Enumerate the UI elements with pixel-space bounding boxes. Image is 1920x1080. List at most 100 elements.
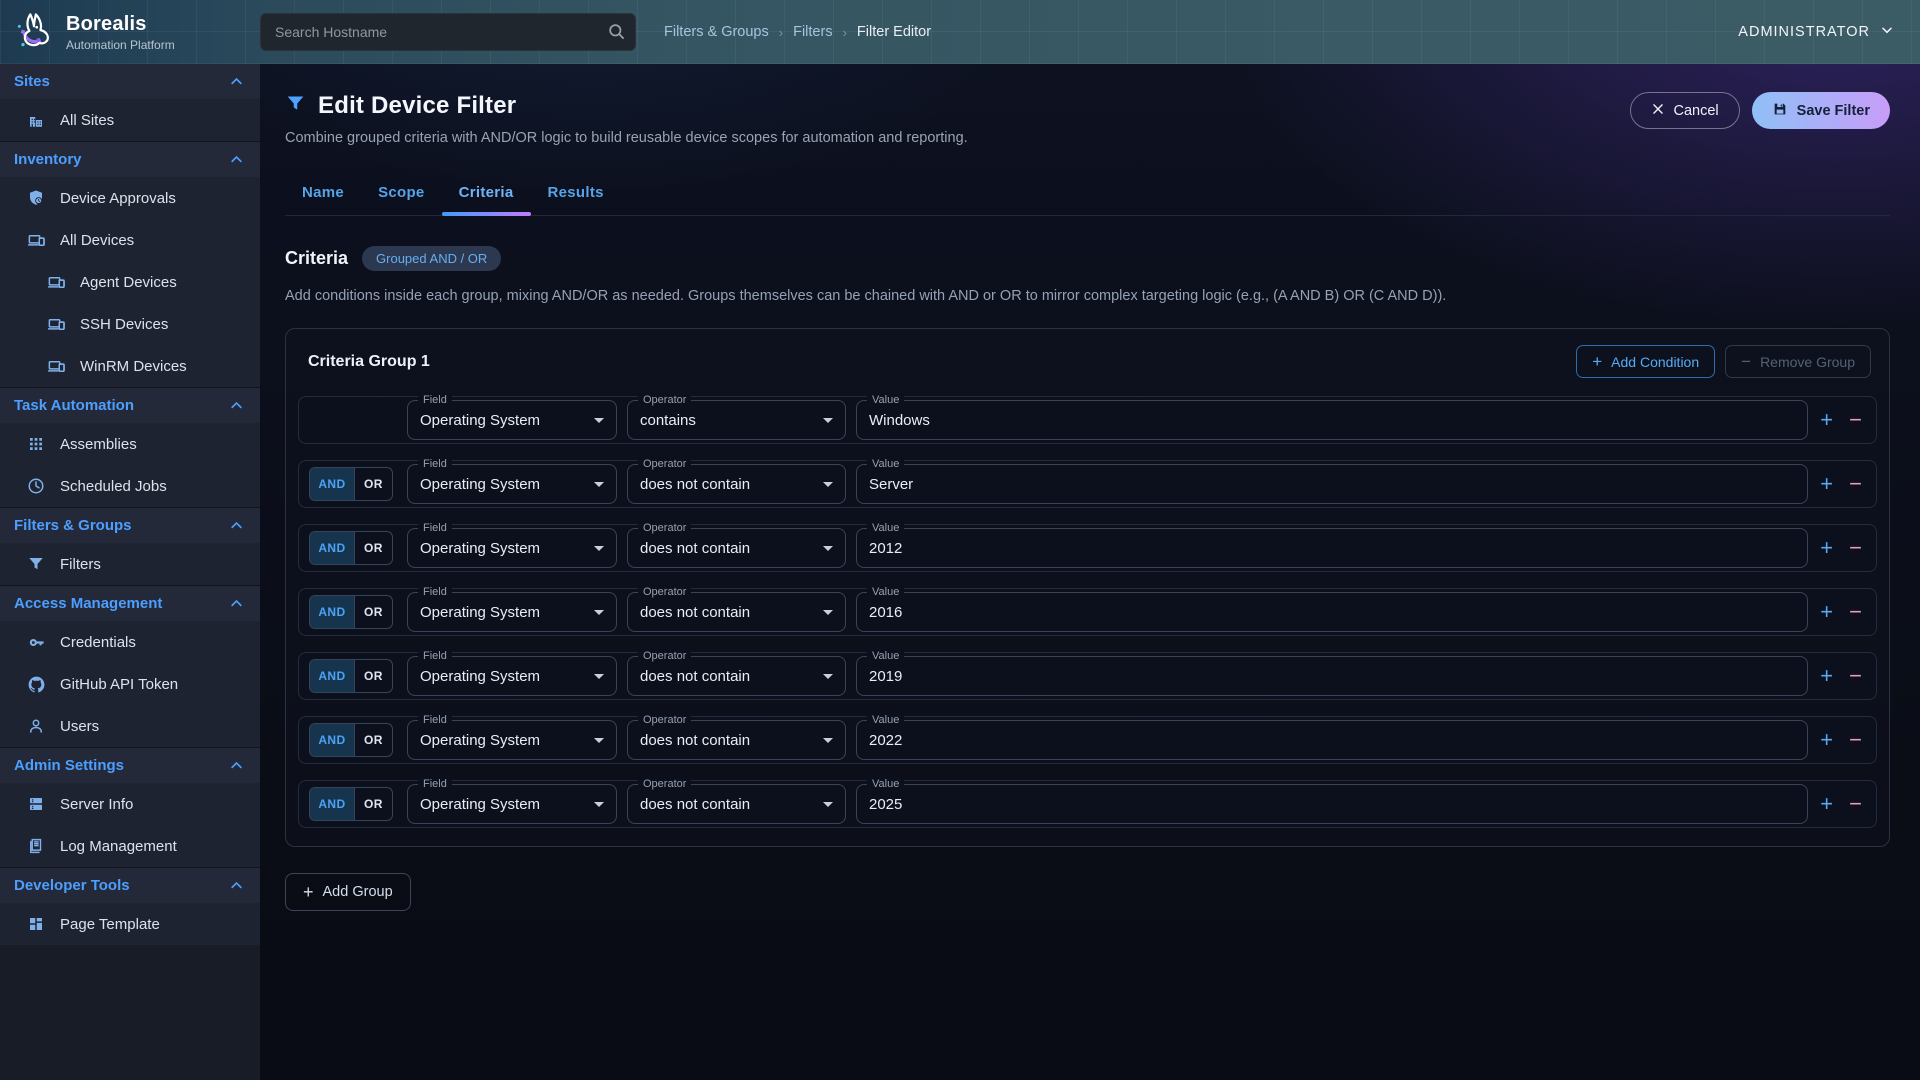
remove-row-icon[interactable]: −	[1849, 537, 1862, 559]
sidebar-item-device-approvals[interactable]: Device Approvals	[0, 177, 260, 219]
operator-select[interactable]: Operator does not contain	[627, 720, 846, 760]
value-input[interactable]: Value 2019	[856, 656, 1808, 696]
and-toggle-button[interactable]: AND	[310, 724, 355, 756]
value-input[interactable]: Value 2025	[856, 784, 1808, 824]
sidebar-section-header[interactable]: Task Automation	[0, 388, 260, 423]
breadcrumb-filters-groups[interactable]: Filters & Groups	[664, 24, 769, 40]
value-input-label: Value	[867, 778, 904, 791]
field-select[interactable]: Field Operating System	[407, 656, 617, 696]
sidebar-item-ssh-devices[interactable]: SSH Devices	[0, 303, 260, 345]
remove-row-icon[interactable]: −	[1849, 473, 1862, 495]
sidebar-item-users[interactable]: Users	[0, 705, 260, 747]
field-select[interactable]: Field Operating System	[407, 592, 617, 632]
sidebar-item-agent-devices[interactable]: Agent Devices	[0, 261, 260, 303]
field-select[interactable]: Field Operating System	[407, 528, 617, 568]
save-filter-button[interactable]: Save Filter	[1752, 92, 1890, 129]
sidebar-item-all-sites[interactable]: All Sites	[0, 99, 260, 141]
remove-group-button[interactable]: − Remove Group	[1725, 345, 1871, 378]
cancel-button[interactable]: Cancel	[1630, 92, 1740, 129]
search-input[interactable]	[260, 13, 636, 51]
cancel-button-label: Cancel	[1674, 103, 1719, 119]
tab-name[interactable]: Name	[285, 172, 361, 215]
sidebar-item-credentials[interactable]: Credentials	[0, 621, 260, 663]
field-select-label: Field	[418, 522, 452, 535]
operator-select[interactable]: Operator does not contain	[627, 656, 846, 696]
value-input-label: Value	[867, 458, 904, 471]
sidebar-section-header[interactable]: Admin Settings	[0, 748, 260, 783]
sidebar-item-log-management[interactable]: Log Management	[0, 825, 260, 867]
add-condition-button[interactable]: + Add Condition	[1576, 345, 1715, 378]
operator-select[interactable]: Operator does not contain	[627, 528, 846, 568]
sidebar-section-header[interactable]: Filters & Groups	[0, 508, 260, 543]
sidebar-section-header[interactable]: Access Management	[0, 586, 260, 621]
sidebar-section: Task Automation Assemblies Scheduled Job…	[0, 387, 260, 507]
operator-select-value: does not contain	[640, 796, 750, 813]
remove-row-icon[interactable]: −	[1849, 601, 1862, 623]
breadcrumb: Filters & Groups › Filters › Filter Edit…	[664, 24, 931, 40]
sidebar-item-winrm-devices[interactable]: WinRM Devices	[0, 345, 260, 387]
sidebar-section-header[interactable]: Developer Tools	[0, 868, 260, 903]
add-group-label: Add Group	[323, 884, 393, 900]
or-toggle-button[interactable]: OR	[355, 660, 392, 692]
sidebar-item-all-devices[interactable]: All Devices	[0, 219, 260, 261]
value-input[interactable]: Value 2022	[856, 720, 1808, 760]
and-toggle-button[interactable]: AND	[310, 532, 355, 564]
remove-row-icon[interactable]: −	[1849, 793, 1862, 815]
add-row-icon[interactable]: +	[1820, 665, 1833, 687]
sidebar-item-assemblies[interactable]: Assemblies	[0, 423, 260, 465]
search-icon[interactable]	[607, 22, 626, 46]
or-toggle-button[interactable]: OR	[355, 596, 392, 628]
sidebar-section-header[interactable]: Sites	[0, 64, 260, 99]
or-toggle-button[interactable]: OR	[355, 724, 392, 756]
breadcrumb-filters[interactable]: Filters	[793, 24, 832, 40]
remove-row-icon[interactable]: −	[1849, 409, 1862, 431]
add-row-icon[interactable]: +	[1820, 409, 1833, 431]
and-toggle-button[interactable]: AND	[310, 788, 355, 820]
field-select[interactable]: Field Operating System	[407, 464, 617, 504]
operator-select[interactable]: Operator does not contain	[627, 592, 846, 632]
sidebar-item-server-info[interactable]: Server Info	[0, 783, 260, 825]
add-row-icon[interactable]: +	[1820, 473, 1833, 495]
value-input[interactable]: Value Windows	[856, 400, 1808, 440]
field-select[interactable]: Field Operating System	[407, 784, 617, 824]
remove-row-icon[interactable]: −	[1849, 729, 1862, 751]
sidebar-item-scheduled-jobs[interactable]: Scheduled Jobs	[0, 465, 260, 507]
remove-row-icon[interactable]: −	[1849, 665, 1862, 687]
value-input[interactable]: Value 2012	[856, 528, 1808, 568]
tab-results[interactable]: Results	[531, 172, 621, 215]
field-select[interactable]: Field Operating System	[407, 720, 617, 760]
operator-select[interactable]: Operator contains	[627, 400, 846, 440]
add-group-button[interactable]: + Add Group	[285, 873, 411, 911]
user-menu[interactable]: ADMINISTRATOR	[1738, 23, 1894, 41]
or-toggle-button[interactable]: OR	[355, 532, 392, 564]
criteria-mode-badge: Grouped AND / OR	[362, 246, 501, 271]
or-toggle-button[interactable]: OR	[355, 788, 392, 820]
save-button-label: Save Filter	[1797, 103, 1870, 119]
add-row-icon[interactable]: +	[1820, 729, 1833, 751]
operator-select-label: Operator	[638, 394, 691, 407]
add-row-icon[interactable]: +	[1820, 601, 1833, 623]
or-toggle-button[interactable]: OR	[355, 468, 392, 500]
tab-scope[interactable]: Scope	[361, 172, 442, 215]
operator-select[interactable]: Operator does not contain	[627, 464, 846, 504]
section-items: Filters	[0, 543, 260, 585]
sidebar-item-github-api-token[interactable]: GitHub API Token	[0, 663, 260, 705]
value-input[interactable]: Value Server	[856, 464, 1808, 504]
tab-criteria[interactable]: Criteria	[442, 172, 531, 215]
operator-select-value: does not contain	[640, 732, 750, 749]
and-toggle-button[interactable]: AND	[310, 468, 355, 500]
field-select[interactable]: Field Operating System	[407, 400, 617, 440]
value-input[interactable]: Value 2016	[856, 592, 1808, 632]
sidebar-section-header[interactable]: Inventory	[0, 142, 260, 177]
operator-select[interactable]: Operator does not contain	[627, 784, 846, 824]
chevron-up-icon	[229, 758, 244, 773]
app-logo[interactable]: Borealis Automation Platform	[0, 8, 260, 57]
and-toggle-button[interactable]: AND	[310, 596, 355, 628]
add-row-icon[interactable]: +	[1820, 793, 1833, 815]
add-row-icon[interactable]: +	[1820, 537, 1833, 559]
section-items: Server Info Log Management	[0, 783, 260, 867]
sidebar-item-filters[interactable]: Filters	[0, 543, 260, 585]
and-toggle-button[interactable]: AND	[310, 660, 355, 692]
sidebar-item-page-template[interactable]: Page Template	[0, 903, 260, 945]
operator-select-value: does not contain	[640, 604, 750, 621]
